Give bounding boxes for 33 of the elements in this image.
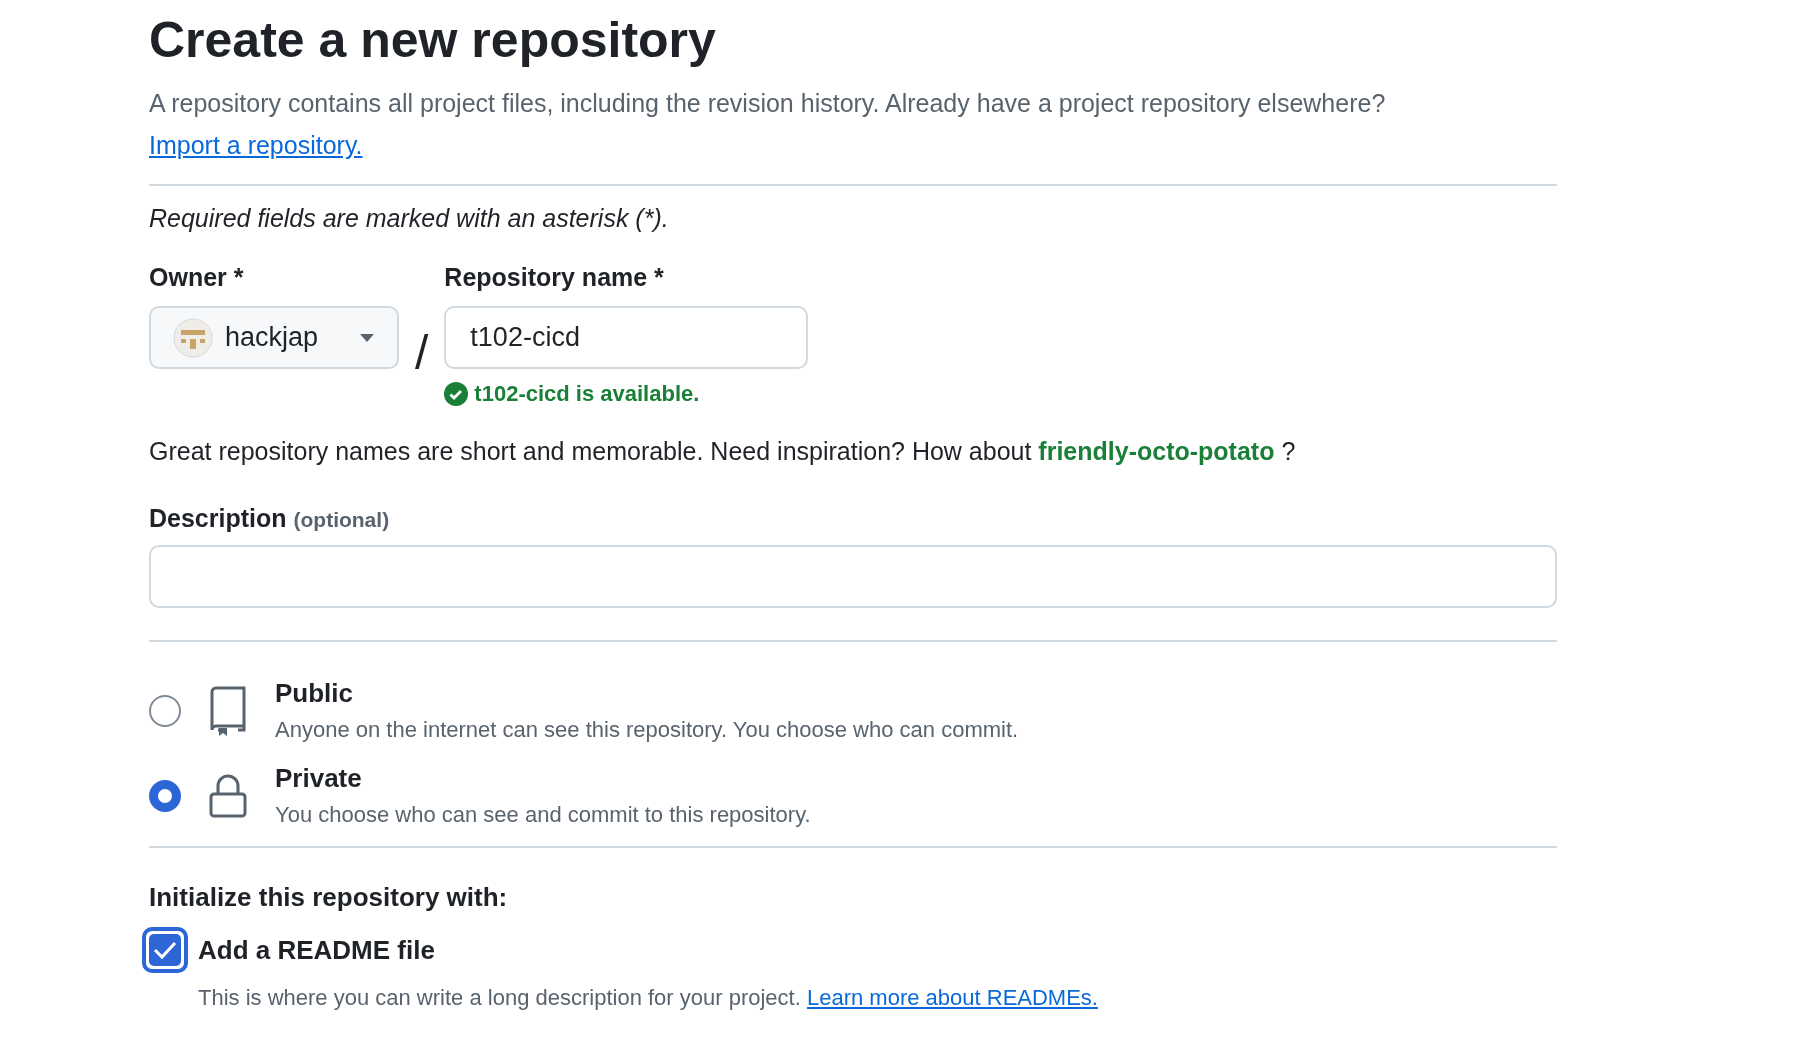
init-heading: Initialize this repository with: bbox=[149, 882, 509, 913]
checkmark-icon bbox=[153, 940, 177, 960]
owner-label: Owner * bbox=[149, 263, 245, 292]
readme-checkbox[interactable] bbox=[142, 927, 188, 973]
lock-icon bbox=[209, 773, 247, 818]
book-icon bbox=[209, 685, 247, 736]
visibility-description: Anyone on the internet can see this repository. You choose who can commit. bbox=[275, 717, 1019, 743]
readme-label: Add a README file bbox=[198, 934, 435, 966]
intro-text: A repository contains all project files, including the revision history. Already have a project repository elsewhere? Import a repository. bbox=[149, 88, 1387, 161]
owner-dropdown[interactable]: hackjap bbox=[149, 306, 399, 369]
readme-description: This is where you can write a long description for your project. Learn more about READMEs. bbox=[198, 985, 1099, 1011]
repo-name-label: Repository name * bbox=[444, 263, 665, 292]
visibility-description: You choose who can see and commit to this repository. bbox=[275, 802, 811, 828]
import-link[interactable]: Import a repository. bbox=[149, 131, 363, 159]
availability-message: t102-cicd is available. bbox=[474, 381, 700, 407]
visibility-title: Public bbox=[275, 678, 354, 709]
required-note: Required fields are marked with an asterisk (*). bbox=[149, 204, 670, 233]
caret-icon bbox=[359, 332, 375, 343]
description-input[interactable] bbox=[149, 545, 1557, 608]
hint-text: Great repository names are short and memorable. Need inspiration? How about bbox=[149, 437, 1032, 465]
separator-slash: / bbox=[415, 325, 429, 380]
repo-name-input[interactable]: t102-cicd bbox=[444, 306, 809, 369]
suggestion-link[interactable]: friendly-octo-potato bbox=[1038, 437, 1275, 466]
visibility-title: Private bbox=[275, 763, 363, 794]
avatar-icon bbox=[173, 317, 213, 358]
check-circle-icon bbox=[444, 382, 469, 406]
hint-end-text: ? bbox=[1281, 437, 1296, 465]
radio-button[interactable] bbox=[149, 694, 181, 727]
page-title: Create a new repository bbox=[149, 12, 717, 68]
radio-button[interactable] bbox=[149, 779, 181, 812]
description-label: Description bbox=[149, 504, 287, 532]
readme-link[interactable]: Learn more about READMEs. bbox=[806, 985, 1098, 1010]
optional-note: (optional) bbox=[293, 508, 390, 531]
